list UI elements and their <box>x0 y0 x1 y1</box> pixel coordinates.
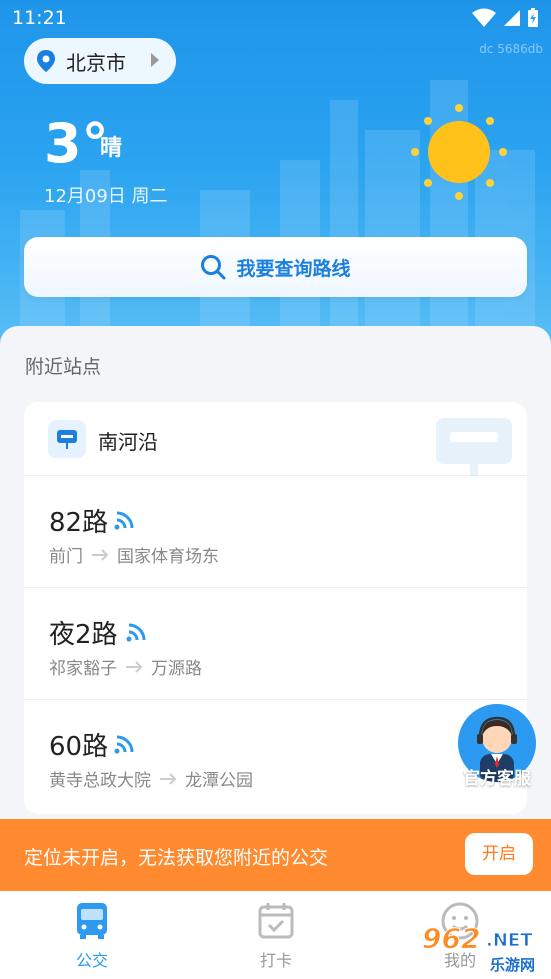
tab-label: 打卡 <box>259 951 292 970</box>
search-icon <box>201 255 226 280</box>
tab-bus[interactable]: 公交 <box>32 891 152 979</box>
site-logo-watermark: 962 .NET 乐游网 <box>422 922 536 975</box>
stop-name: 南河沿 <box>98 430 158 454</box>
route-direction: 黄寺总政大院 龙潭公园 <box>49 766 253 791</box>
nearby-stop-card: 南河沿 82路 前门 国家体育场东 夜2路 祁家豁子 万源路 60路 黄寺总政大… <box>24 402 527 814</box>
weather-condition: 晴 <box>100 136 123 161</box>
stop-header[interactable]: 南河沿 <box>24 402 527 476</box>
route-direction: 前门 国家体育场东 <box>49 542 219 567</box>
status-time: 11:21 <box>12 7 67 29</box>
sun-icon <box>411 104 507 200</box>
enable-location-button[interactable]: 开启 <box>465 833 533 875</box>
route-name: 82路 <box>49 508 109 538</box>
bus-stop-sign-decoration-icon <box>436 418 512 476</box>
customer-service-label: 官方客服 <box>463 769 531 789</box>
bus-stop-icon <box>48 420 86 458</box>
arrow-right-icon <box>92 548 109 561</box>
bus-icon <box>77 903 107 939</box>
svg-text:962: 962 <box>422 922 480 955</box>
arrow-right-icon <box>160 772 177 785</box>
route-name: 60路 <box>49 732 109 762</box>
current-date: 12月09日 周二 <box>44 186 168 207</box>
battery-icon <box>528 8 538 27</box>
tab-label: 公交 <box>75 951 108 970</box>
temperature: 3° <box>44 112 109 175</box>
route-item[interactable]: 60路 黄寺总政大院 龙潭公园 <box>24 700 527 812</box>
status-bar: 11:21 <box>0 0 551 38</box>
location-notice-bar: 定位未开启，无法获取您附近的公交 开启 <box>0 819 551 891</box>
calendar-check-icon <box>258 903 294 939</box>
route-origin: 黄寺总政大院 <box>49 771 151 791</box>
tab-checkin[interactable]: 打卡 <box>216 891 336 979</box>
realtime-signal-icon <box>126 623 146 642</box>
signal-icon <box>504 10 520 26</box>
chevron-right-icon <box>151 53 159 67</box>
svg-text:乐游网: 乐游网 <box>490 956 535 974</box>
route-destination: 龙潭公园 <box>185 771 253 791</box>
watermark-text: dc 5686db <box>479 42 543 56</box>
route-item[interactable]: 夜2路 祁家豁子 万源路 <box>24 588 527 700</box>
location-notice-text: 定位未开启，无法获取您附近的公交 <box>24 847 329 869</box>
route-item[interactable]: 82路 前门 国家体育场东 <box>24 476 527 588</box>
realtime-signal-icon <box>114 511 134 530</box>
route-destination: 万源路 <box>151 659 202 679</box>
route-search-button[interactable]: 我要查询路线 <box>24 237 527 297</box>
city-selector[interactable]: 北京市 <box>24 38 176 84</box>
search-label: 我要查询路线 <box>236 257 351 280</box>
svg-text:.NET: .NET <box>486 930 533 951</box>
location-pin-icon <box>37 50 55 72</box>
customer-service-button[interactable]: 官方客服 <box>456 704 538 789</box>
realtime-signal-icon <box>114 735 134 754</box>
nearby-section-title: 附近站点 <box>25 356 102 378</box>
route-direction: 祁家豁子 万源路 <box>49 654 202 679</box>
route-name: 夜2路 <box>49 620 118 650</box>
route-destination: 国家体育场东 <box>117 547 219 567</box>
route-origin: 祁家豁子 <box>49 659 117 679</box>
route-origin: 前门 <box>49 547 83 567</box>
arrow-right-icon <box>126 660 143 673</box>
wifi-icon <box>472 8 496 27</box>
city-name: 北京市 <box>66 50 126 75</box>
